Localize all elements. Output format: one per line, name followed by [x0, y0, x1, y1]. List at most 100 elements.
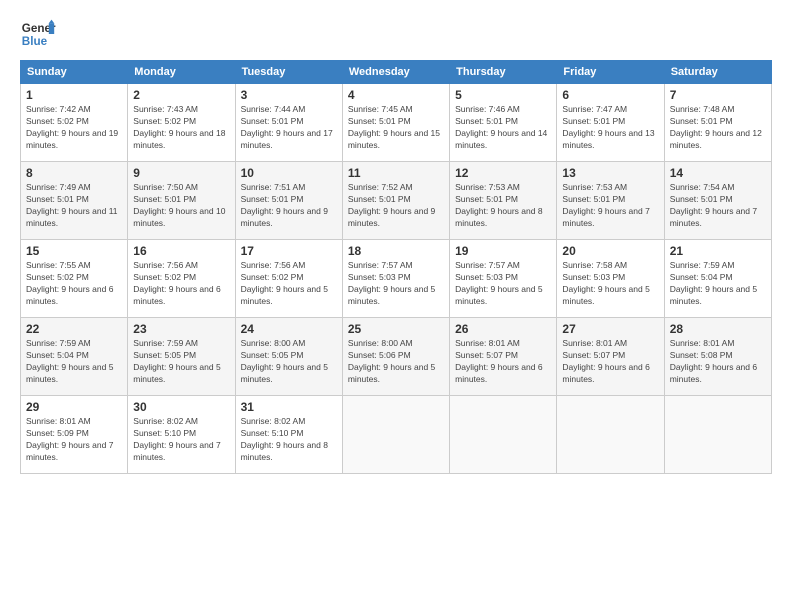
calendar-cell: 15 Sunrise: 7:55 AMSunset: 5:02 PMDayligh…	[21, 240, 128, 318]
day-number: 14	[670, 166, 766, 180]
day-number: 22	[26, 322, 122, 336]
calendar-cell: 25 Sunrise: 8:00 AMSunset: 5:06 PMDayligh…	[342, 318, 449, 396]
calendar-cell	[664, 396, 771, 474]
calendar-table: SundayMondayTuesdayWednesdayThursdayFrid…	[20, 60, 772, 474]
calendar-cell: 20 Sunrise: 7:58 AMSunset: 5:03 PMDayligh…	[557, 240, 664, 318]
weekday-header-monday: Monday	[128, 61, 235, 84]
day-number: 27	[562, 322, 658, 336]
day-content: Sunrise: 7:59 AMSunset: 5:04 PMDaylight:…	[26, 338, 122, 386]
day-content: Sunrise: 7:42 AMSunset: 5:02 PMDaylight:…	[26, 104, 122, 152]
day-content: Sunrise: 8:02 AMSunset: 5:10 PMDaylight:…	[241, 416, 337, 464]
day-content: Sunrise: 7:50 AMSunset: 5:01 PMDaylight:…	[133, 182, 229, 230]
day-number: 5	[455, 88, 551, 102]
day-number: 15	[26, 244, 122, 258]
day-number: 17	[241, 244, 337, 258]
calendar-cell: 31Sunrise: 8:02 AMSunset: 5:10 PMDayligh…	[235, 396, 342, 474]
svg-text:Blue: Blue	[22, 35, 48, 48]
day-content: Sunrise: 8:01 AMSunset: 5:07 PMDaylight:…	[455, 338, 551, 386]
day-number: 30	[133, 400, 229, 414]
day-number: 2	[133, 88, 229, 102]
day-content: Sunrise: 7:44 AMSunset: 5:01 PMDaylight:…	[241, 104, 337, 152]
weekday-header-sunday: Sunday	[21, 61, 128, 84]
day-content: Sunrise: 8:02 AMSunset: 5:10 PMDaylight:…	[133, 416, 229, 464]
calendar-cell: 6 Sunrise: 7:47 AMSunset: 5:01 PMDaylight…	[557, 84, 664, 162]
calendar-cell: 16Sunrise: 7:56 AMSunset: 5:02 PMDayligh…	[128, 240, 235, 318]
day-content: Sunrise: 7:56 AMSunset: 5:02 PMDaylight:…	[241, 260, 337, 308]
day-content: Sunrise: 7:46 AMSunset: 5:01 PMDaylight:…	[455, 104, 551, 152]
day-number: 11	[348, 166, 444, 180]
week-row-1: 1 Sunrise: 7:42 AMSunset: 5:02 PMDaylight…	[21, 84, 772, 162]
weekday-header-tuesday: Tuesday	[235, 61, 342, 84]
day-number: 20	[562, 244, 658, 258]
calendar-cell: 30 Sunrise: 8:02 AMSunset: 5:10 PMDayligh…	[128, 396, 235, 474]
day-number: 18	[348, 244, 444, 258]
calendar-cell	[342, 396, 449, 474]
calendar-cell: 17 Sunrise: 7:56 AMSunset: 5:02 PMDayligh…	[235, 240, 342, 318]
day-content: Sunrise: 8:01 AMSunset: 5:07 PMDaylight:…	[562, 338, 658, 386]
day-number: 1	[26, 88, 122, 102]
day-number: 29	[26, 400, 122, 414]
day-number: 16	[133, 244, 229, 258]
day-content: Sunrise: 7:58 AMSunset: 5:03 PMDaylight:…	[562, 260, 658, 308]
calendar-cell: 26Sunrise: 8:01 AMSunset: 5:07 PMDayligh…	[450, 318, 557, 396]
calendar-cell: 12 Sunrise: 7:53 AMSunset: 5:01 PMDayligh…	[450, 162, 557, 240]
day-number: 3	[241, 88, 337, 102]
day-number: 7	[670, 88, 766, 102]
day-number: 6	[562, 88, 658, 102]
day-number: 23	[133, 322, 229, 336]
day-content: Sunrise: 7:59 AMSunset: 5:04 PMDaylight:…	[670, 260, 766, 308]
day-content: Sunrise: 7:57 AMSunset: 5:03 PMDaylight:…	[455, 260, 551, 308]
day-number: 13	[562, 166, 658, 180]
calendar-cell: 19Sunrise: 7:57 AMSunset: 5:03 PMDayligh…	[450, 240, 557, 318]
day-content: Sunrise: 7:54 AMSunset: 5:01 PMDaylight:…	[670, 182, 766, 230]
day-number: 10	[241, 166, 337, 180]
calendar-cell: 1 Sunrise: 7:42 AMSunset: 5:02 PMDaylight…	[21, 84, 128, 162]
day-content: Sunrise: 7:45 AMSunset: 5:01 PMDaylight:…	[348, 104, 444, 152]
calendar-cell: 9Sunrise: 7:50 AMSunset: 5:01 PMDaylight…	[128, 162, 235, 240]
calendar-cell: 24Sunrise: 8:00 AMSunset: 5:05 PMDayligh…	[235, 318, 342, 396]
calendar-cell: 7 Sunrise: 7:48 AMSunset: 5:01 PMDaylight…	[664, 84, 771, 162]
week-row-3: 15 Sunrise: 7:55 AMSunset: 5:02 PMDayligh…	[21, 240, 772, 318]
day-number: 28	[670, 322, 766, 336]
calendar-cell: 8 Sunrise: 7:49 AMSunset: 5:01 PMDaylight…	[21, 162, 128, 240]
day-number: 25	[348, 322, 444, 336]
day-number: 4	[348, 88, 444, 102]
day-content: Sunrise: 7:53 AMSunset: 5:01 PMDaylight:…	[562, 182, 658, 230]
calendar-cell: 28Sunrise: 8:01 AMSunset: 5:08 PMDayligh…	[664, 318, 771, 396]
calendar-cell: 22 Sunrise: 7:59 AMSunset: 5:04 PMDayligh…	[21, 318, 128, 396]
logo: General Blue	[20, 16, 56, 52]
week-row-4: 22 Sunrise: 7:59 AMSunset: 5:04 PMDayligh…	[21, 318, 772, 396]
day-content: Sunrise: 7:57 AMSunset: 5:03 PMDaylight:…	[348, 260, 444, 308]
day-content: Sunrise: 7:49 AMSunset: 5:01 PMDaylight:…	[26, 182, 122, 230]
week-row-2: 8 Sunrise: 7:49 AMSunset: 5:01 PMDaylight…	[21, 162, 772, 240]
day-number: 12	[455, 166, 551, 180]
day-content: Sunrise: 7:43 AMSunset: 5:02 PMDaylight:…	[133, 104, 229, 152]
day-content: Sunrise: 7:48 AMSunset: 5:01 PMDaylight:…	[670, 104, 766, 152]
page: General Blue SundayMondayTuesdayWednesda…	[0, 0, 792, 484]
weekday-header-wednesday: Wednesday	[342, 61, 449, 84]
calendar-cell: 10 Sunrise: 7:51 AMSunset: 5:01 PMDayligh…	[235, 162, 342, 240]
calendar-cell: 14 Sunrise: 7:54 AMSunset: 5:01 PMDayligh…	[664, 162, 771, 240]
day-content: Sunrise: 7:53 AMSunset: 5:01 PMDaylight:…	[455, 182, 551, 230]
calendar-cell: 11Sunrise: 7:52 AMSunset: 5:01 PMDayligh…	[342, 162, 449, 240]
calendar-cell: 18 Sunrise: 7:57 AMSunset: 5:03 PMDayligh…	[342, 240, 449, 318]
calendar-cell: 3 Sunrise: 7:44 AMSunset: 5:01 PMDaylight…	[235, 84, 342, 162]
weekday-header-thursday: Thursday	[450, 61, 557, 84]
calendar-cell: 21Sunrise: 7:59 AMSunset: 5:04 PMDayligh…	[664, 240, 771, 318]
day-content: Sunrise: 7:47 AMSunset: 5:01 PMDaylight:…	[562, 104, 658, 152]
calendar-cell: 29 Sunrise: 8:01 AMSunset: 5:09 PMDayligh…	[21, 396, 128, 474]
day-content: Sunrise: 7:59 AMSunset: 5:05 PMDaylight:…	[133, 338, 229, 386]
calendar-cell: 13 Sunrise: 7:53 AMSunset: 5:01 PMDayligh…	[557, 162, 664, 240]
week-row-5: 29 Sunrise: 8:01 AMSunset: 5:09 PMDayligh…	[21, 396, 772, 474]
day-number: 24	[241, 322, 337, 336]
day-content: Sunrise: 8:01 AMSunset: 5:09 PMDaylight:…	[26, 416, 122, 464]
day-content: Sunrise: 7:55 AMSunset: 5:02 PMDaylight:…	[26, 260, 122, 308]
calendar-cell: 27 Sunrise: 8:01 AMSunset: 5:07 PMDayligh…	[557, 318, 664, 396]
calendar-cell: 2 Sunrise: 7:43 AMSunset: 5:02 PMDaylight…	[128, 84, 235, 162]
weekday-header-row: SundayMondayTuesdayWednesdayThursdayFrid…	[21, 61, 772, 84]
day-content: Sunrise: 7:51 AMSunset: 5:01 PMDaylight:…	[241, 182, 337, 230]
day-number: 8	[26, 166, 122, 180]
day-content: Sunrise: 8:00 AMSunset: 5:06 PMDaylight:…	[348, 338, 444, 386]
calendar-cell: 4 Sunrise: 7:45 AMSunset: 5:01 PMDaylight…	[342, 84, 449, 162]
calendar-cell: 23 Sunrise: 7:59 AMSunset: 5:05 PMDayligh…	[128, 318, 235, 396]
